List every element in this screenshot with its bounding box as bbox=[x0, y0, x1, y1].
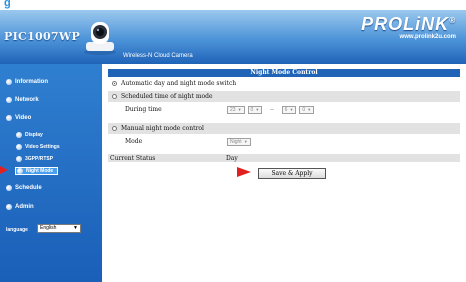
sidebar-item-label: Admin bbox=[15, 204, 34, 210]
chevron-down-icon: ▼ bbox=[243, 138, 248, 144]
sidebar-item-schedule[interactable]: Schedule bbox=[6, 185, 42, 191]
sidebar-item-3gpp-rtsp[interactable]: 3GPP/RTSP bbox=[16, 156, 53, 162]
bullet-icon bbox=[6, 97, 12, 103]
option-auto-label: Automatic day and night mode switch bbox=[121, 80, 237, 87]
language-select[interactable]: English ▼ bbox=[37, 224, 81, 233]
top-title: g bbox=[4, 0, 11, 9]
chevron-down-icon: ▼ bbox=[307, 106, 312, 112]
panel-title: Night Mode Control bbox=[108, 69, 460, 77]
sidebar-item-night-mode[interactable]: Night Mode bbox=[15, 167, 59, 175]
sidebar-item-label: Video Settings bbox=[25, 144, 60, 150]
tagline: Wireless-N Cloud Camera bbox=[123, 53, 193, 59]
night-mode-panel: Night Mode Control Automatic day and nig… bbox=[108, 69, 460, 162]
sidebar-item-video[interactable]: Video bbox=[6, 115, 31, 121]
pointer-arrow-icon bbox=[0, 165, 8, 175]
sidebar-item-label: Display bbox=[25, 132, 43, 138]
bullet-icon bbox=[16, 156, 22, 162]
website-link[interactable]: www.prolink2u.com bbox=[400, 34, 456, 40]
sidebar-item-label: Schedule bbox=[15, 185, 42, 191]
bullet-icon bbox=[6, 79, 12, 85]
brand-logo: PROLiNK® bbox=[361, 14, 456, 34]
sidebar-item-admin[interactable]: Admin bbox=[6, 204, 34, 210]
bullet-icon bbox=[16, 144, 22, 150]
sidebar-item-display[interactable]: Display bbox=[16, 132, 43, 138]
bullet-icon bbox=[6, 204, 12, 210]
option-scheduled-row: Scheduled time of night mode bbox=[108, 91, 460, 102]
chevron-down-icon: ▼ bbox=[255, 106, 260, 112]
sidebar: Information Network Video Display Video … bbox=[0, 64, 102, 282]
sidebar-item-network[interactable]: Network bbox=[6, 97, 39, 103]
mode-row: Mode Night ▼ bbox=[108, 136, 460, 147]
status-label: Current Status bbox=[110, 154, 156, 162]
radio-manual[interactable] bbox=[112, 126, 117, 131]
bullet-icon bbox=[6, 185, 12, 191]
camera-icon bbox=[84, 22, 116, 55]
status-value: Day bbox=[226, 154, 238, 162]
radio-scheduled[interactable] bbox=[112, 94, 117, 99]
model-name: PIC1007WP bbox=[4, 30, 81, 43]
end-minute-select[interactable]: 0 ▼ bbox=[299, 105, 315, 114]
top-strip: g bbox=[0, 0, 466, 10]
status-row: Current Status Day bbox=[108, 154, 460, 162]
option-auto-row: Automatic day and night mode switch bbox=[108, 78, 460, 89]
sidebar-item-label: Information bbox=[15, 79, 48, 85]
time-separator: -- bbox=[270, 106, 274, 113]
option-scheduled-label: Scheduled time of night mode bbox=[121, 93, 213, 100]
chevron-down-icon: ▼ bbox=[289, 106, 294, 112]
sidebar-item-video-settings[interactable]: Video Settings bbox=[16, 144, 60, 150]
language-select-value: English bbox=[40, 225, 57, 231]
sidebar-item-label: Network bbox=[15, 97, 39, 103]
pointer-arrow-icon bbox=[237, 167, 251, 177]
bullet-icon bbox=[6, 115, 12, 121]
mode-select[interactable]: Night ▼ bbox=[227, 137, 251, 146]
mode-label: Mode bbox=[125, 138, 143, 145]
during-time-label: During time bbox=[125, 106, 162, 113]
sidebar-item-label: Video bbox=[15, 115, 32, 121]
bullet-icon bbox=[16, 132, 22, 138]
chevron-down-icon: ▼ bbox=[237, 106, 242, 112]
bullet-icon bbox=[17, 168, 23, 174]
radio-auto[interactable] bbox=[112, 81, 117, 86]
option-manual-row: Manual night mode control bbox=[108, 123, 460, 134]
start-minute-select[interactable]: 0 ▼ bbox=[247, 105, 263, 114]
during-time-row: During time 23 ▼ 0 ▼ -- 6 ▼ 0 ▼ bbox=[108, 104, 460, 115]
start-hour-select[interactable]: 23 ▼ bbox=[227, 105, 245, 114]
sidebar-item-label: 3GPP/RTSP bbox=[25, 156, 54, 162]
sidebar-item-label: Night Mode bbox=[26, 168, 54, 174]
save-apply-button[interactable]: Save & Apply bbox=[258, 168, 326, 179]
chevron-down-icon: ▼ bbox=[73, 225, 78, 231]
sidebar-item-information[interactable]: Information bbox=[6, 79, 48, 85]
option-manual-label: Manual night mode control bbox=[121, 125, 204, 132]
language-label: language bbox=[6, 227, 28, 233]
end-hour-select[interactable]: 6 ▼ bbox=[281, 105, 297, 114]
